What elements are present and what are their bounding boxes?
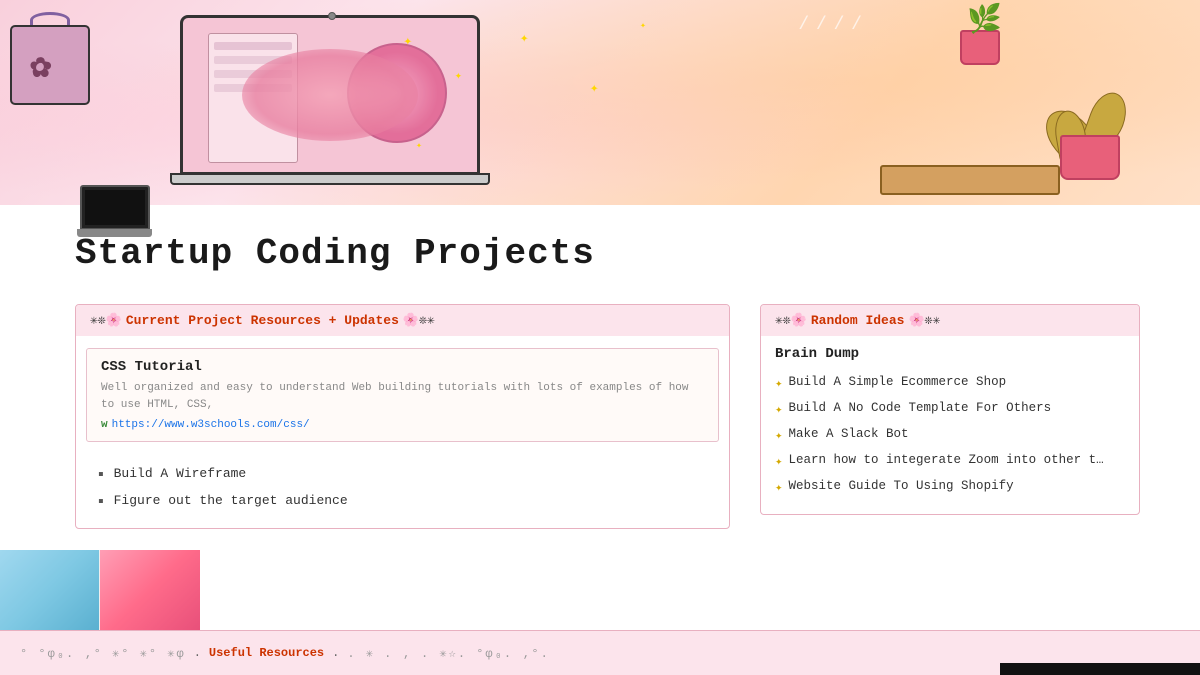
- hero-banner: ✿ ✦ ✦ ✦ / / / /: [0, 0, 1200, 205]
- bottom-dot-sep: .: [194, 646, 201, 660]
- idea-text-5: Website Guide To Using Shopify: [789, 479, 1014, 493]
- current-projects-title: Current Project Resources + Updates: [126, 313, 399, 328]
- idea-sparkle-3: ✦: [775, 427, 783, 443]
- random-ideas-header: ✳︎❊🌸 Random Ideas 🌸❊✳︎: [761, 305, 1139, 336]
- bullet-dot-2: ▪: [96, 493, 106, 512]
- bullet-text-2: Figure out the target audience: [114, 493, 348, 508]
- bullet-dot-1: ▪: [96, 466, 106, 485]
- css-tutorial-url[interactable]: w https://www.w3schools.com/css/: [101, 419, 704, 431]
- idea-text-4: Learn how to integerate Zoom into other …: [789, 453, 1104, 467]
- sparkle-1: ✦: [520, 30, 528, 47]
- idea-sparkle-2: ✦: [775, 401, 783, 417]
- idea-item-2: ✦ Build A No Code Template For Others: [775, 396, 1125, 422]
- preview-image-blue: [0, 550, 100, 630]
- sparkle-3: ✦: [640, 20, 646, 32]
- css-tutorial-link: https://www.w3schools.com/css/: [112, 419, 310, 431]
- bullet-text-1: Build A Wireframe: [114, 466, 247, 481]
- main-content: Startup Coding Projects ✳︎❊🌸 Current Pro…: [0, 205, 1200, 549]
- header-deco-right-2: 🌸❊✳︎: [908, 313, 940, 328]
- brain-dump-label: Brain Dump: [761, 336, 1139, 370]
- sparkle-2: ✦: [590, 80, 598, 97]
- columns-layout: ✳︎❊🌸 Current Project Resources + Updates…: [75, 304, 1140, 529]
- bag-decoration: ✿: [10, 10, 100, 110]
- useful-resources-label: Useful Resources: [209, 646, 324, 660]
- left-column: ✳︎❊🌸 Current Project Resources + Updates…: [75, 304, 730, 529]
- idea-item-1: ✦ Build A Simple Ecommerce Shop: [775, 370, 1125, 396]
- bullet-list: ▪ Build A Wireframe ▪ Figure out the tar…: [76, 454, 729, 528]
- bottom-deco-right: . ✳︎ . ‚ . ✳︎☆. °φ₀. ‚°.: [347, 646, 550, 661]
- ideas-list: ✦ Build A Simple Ecommerce Shop ✦ Build …: [761, 370, 1139, 514]
- bottom-dot-sep2: .: [332, 646, 339, 660]
- hero-laptop: ✦ ✦ ✦: [160, 10, 500, 195]
- idea-text-1: Build A Simple Ecommerce Shop: [789, 375, 1007, 389]
- random-ideas-section: ✳︎❊🌸 Random Ideas 🌸❊✳︎ Brain Dump ✦ Buil…: [760, 304, 1140, 515]
- w3-icon: w: [101, 419, 108, 431]
- hero-shelf: [880, 165, 1060, 195]
- idea-text-2: Build A No Code Template For Others: [789, 401, 1052, 415]
- bottom-deco-left: ° °φ₀. ‚° ✳︎° ✳︎° ✳︎φ: [20, 646, 186, 661]
- idea-sparkle-4: ✦: [775, 453, 783, 469]
- header-deco-right-1: 🌸❊✳︎: [403, 313, 435, 328]
- header-deco-left-1: ✳︎❊🌸: [90, 313, 122, 328]
- random-ideas-title: Random Ideas: [811, 313, 905, 328]
- current-projects-header: ✳︎❊🌸 Current Project Resources + Updates…: [76, 305, 729, 336]
- bottom-previews: [0, 550, 200, 630]
- bullet-item-2: ▪ Figure out the target audience: [96, 489, 715, 516]
- idea-text-3: Make A Slack Bot: [789, 427, 909, 441]
- css-tutorial-description: Well organized and easy to understand We…: [101, 380, 704, 413]
- preview-image-pink: [100, 550, 200, 630]
- hero-plant-right: [1030, 20, 1150, 180]
- idea-sparkle-1: ✦: [775, 375, 783, 391]
- hero-extra-plant: 🌿: [960, 30, 1000, 65]
- right-column: ✳︎❊🌸 Random Ideas 🌸❊✳︎ Brain Dump ✦ Buil…: [760, 304, 1140, 529]
- small-laptop-icon: [75, 185, 155, 250]
- hero-deco-lines: / / / /: [798, 15, 860, 35]
- idea-sparkle-5: ✦: [775, 479, 783, 495]
- css-tutorial-title: CSS Tutorial: [101, 359, 704, 375]
- current-projects-section: ✳︎❊🌸 Current Project Resources + Updates…: [75, 304, 730, 529]
- bullet-item-1: ▪ Build A Wireframe: [96, 462, 715, 489]
- idea-item-4: ✦ Learn how to integerate Zoom into othe…: [775, 448, 1125, 474]
- page-title: Startup Coding Projects: [75, 233, 1140, 274]
- header-deco-left-2: ✳︎❊🌸: [775, 313, 807, 328]
- idea-item-3: ✦ Make A Slack Bot: [775, 422, 1125, 448]
- idea-item-5: ✦ Website Guide To Using Shopify: [775, 474, 1125, 500]
- css-tutorial-card[interactable]: CSS Tutorial Well organized and easy to …: [86, 348, 719, 442]
- dark-bar: [1000, 663, 1200, 675]
